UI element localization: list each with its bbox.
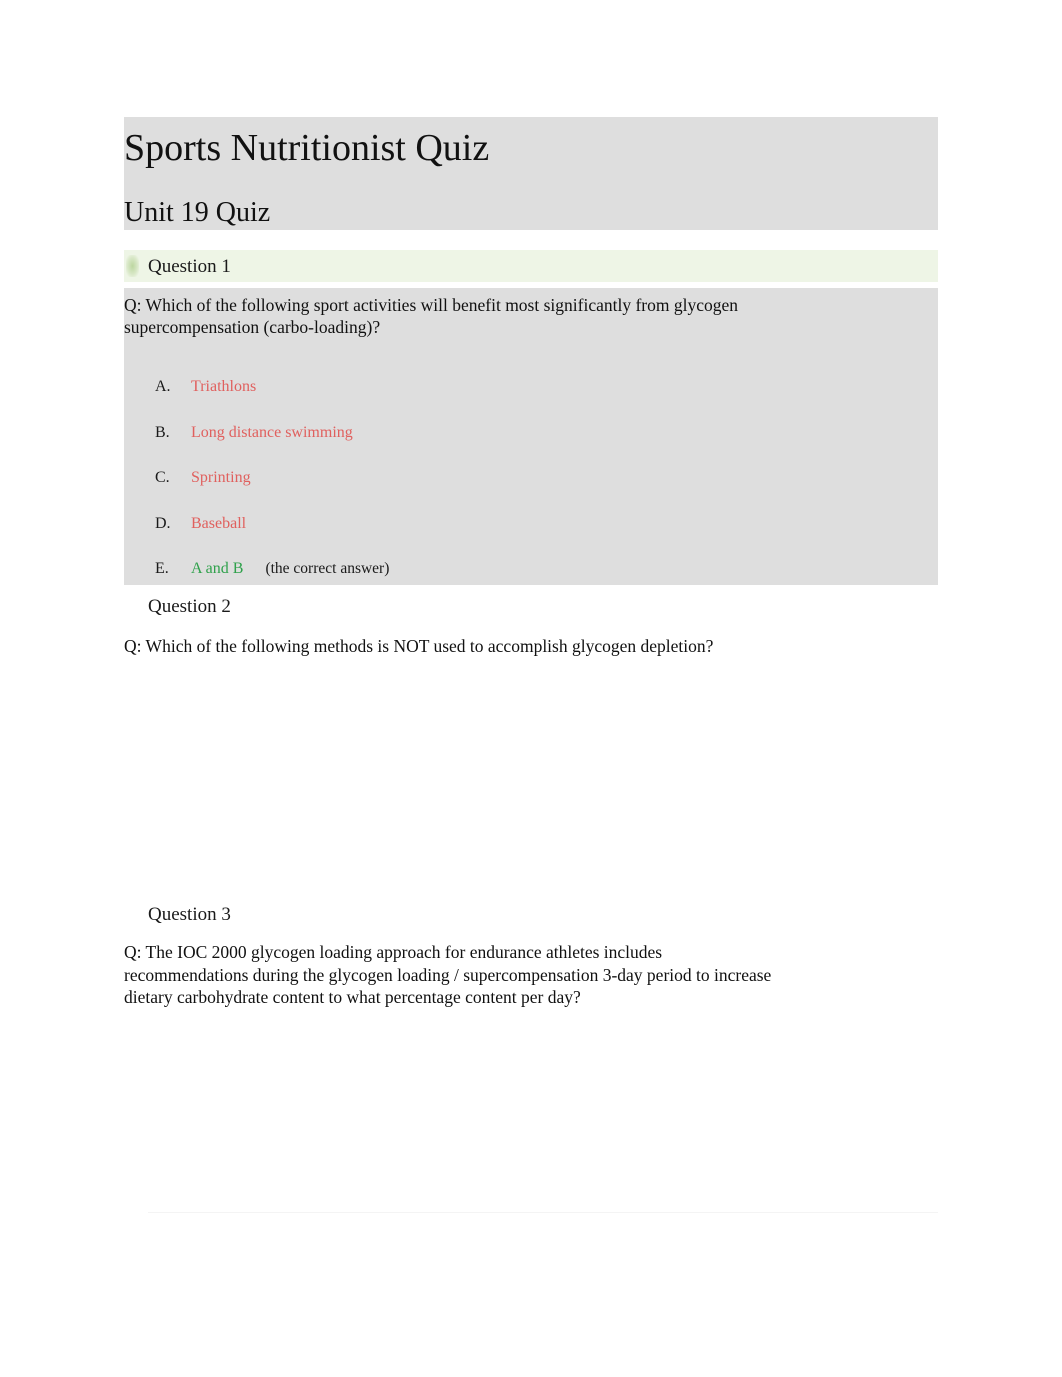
option-text: Long distance swimming [191,423,353,441]
document-page: Sports Nutritionist Quiz Unit 19 Quiz Qu… [0,0,1062,1377]
list-item[interactable]: B. Long distance swimming [124,424,824,470]
option-letter: E. [155,560,169,577]
question-1-heading: Question 1 [148,256,231,277]
option-letter: C. [155,469,170,486]
option-letter: A. [155,378,171,395]
question-1-prompt: Q: Which of the following sport activiti… [124,295,739,337]
list-item[interactable]: A. Triathlons [124,378,824,424]
question-3-prompt: Q: The IOC 2000 glycogen loading approac… [124,942,772,1007]
question-3-heading: Question 3 [148,904,231,925]
option-letter: B. [155,423,170,441]
option-letter: D. [155,514,171,532]
question-2-prompt: Q: Which of the following methods is NOT… [124,636,714,656]
question-1-highlight-band [124,250,938,282]
question-2-heading: Question 2 [148,596,231,617]
option-text: Triathlons [191,378,257,395]
list-item[interactable]: C. Sprinting [124,469,824,515]
page-divider [148,1212,938,1213]
page-title: Sports Nutritionist Quiz [124,127,490,169]
correct-answer-note: (the correct answer) [265,560,390,577]
list-item[interactable]: D. Baseball [124,515,824,561]
option-text-correct: A and B [191,560,244,577]
option-text: Baseball [191,514,247,532]
question-1-options-list: A. Triathlons B. Long distance swimming … [124,378,824,606]
page-subtitle: Unit 19 Quiz [124,197,271,228]
green-bullet-icon [126,255,139,277]
option-text: Sprinting [191,469,251,486]
